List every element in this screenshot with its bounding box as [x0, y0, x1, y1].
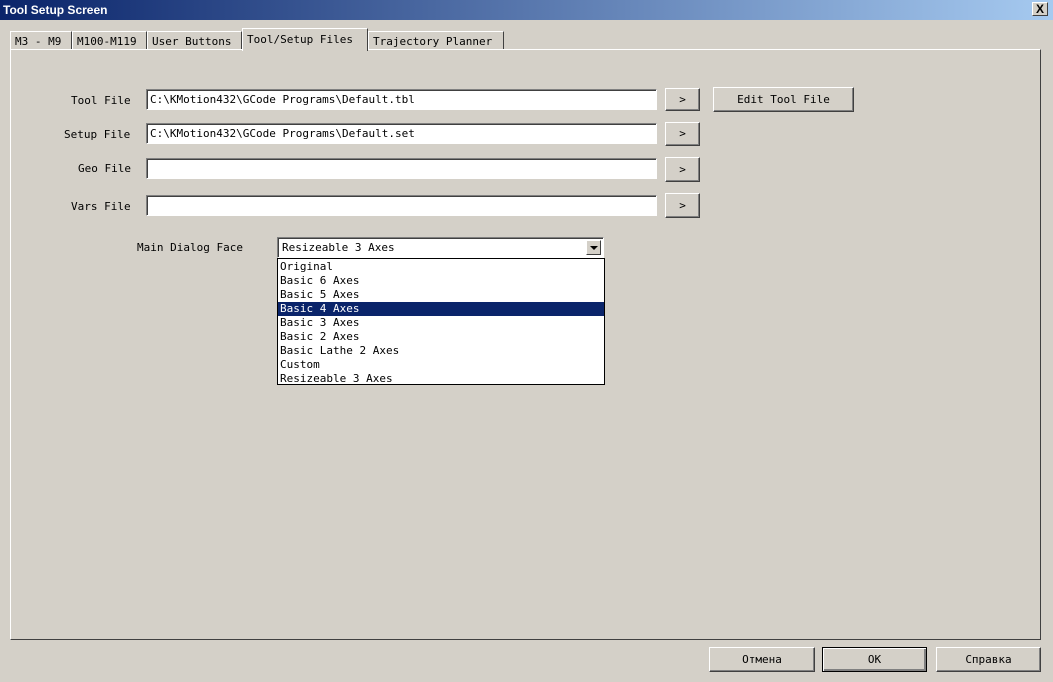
cancel-button[interactable]: Отмена — [709, 647, 815, 672]
vars-file-browse-button[interactable]: > — [665, 193, 700, 218]
dropdown-option[interactable]: Basic 6 Axes — [278, 274, 604, 288]
tab-m100-m119[interactable]: M100-M119 — [72, 31, 147, 49]
dropdown-option[interactable]: Original — [278, 260, 604, 274]
tab-m3-m9[interactable]: M3 - M9 — [10, 31, 72, 49]
window-title: Tool Setup Screen — [3, 3, 108, 17]
main-dialog-face-select[interactable]: Resizeable 3 Axes — [277, 237, 604, 258]
dropdown-option[interactable]: Resizeable 3 Axes — [278, 372, 604, 386]
setup-file-label: Setup File — [64, 128, 131, 141]
geo-file-browse-button[interactable]: > — [665, 157, 700, 182]
vars-file-input[interactable] — [146, 195, 657, 216]
edit-tool-file-button[interactable]: Edit Tool File — [713, 87, 854, 112]
dropdown-option[interactable]: Basic 3 Axes — [278, 316, 604, 330]
main-dialog-face-label: Main Dialog Face — [137, 241, 243, 254]
tab-tool-setup-files[interactable]: Tool/Setup Files — [242, 28, 368, 51]
title-bar: Tool Setup Screen X — [0, 0, 1053, 20]
setup-file-input[interactable]: C:\KMotion432\GCode Programs\Default.set — [146, 123, 657, 144]
dropdown-option[interactable]: Basic 2 Axes — [278, 330, 604, 344]
geo-file-label: Geo File — [78, 162, 131, 175]
geo-file-input[interactable] — [146, 158, 657, 179]
tool-file-browse-button[interactable]: > — [665, 88, 700, 111]
dropdown-option[interactable]: Basic Lathe 2 Axes — [278, 344, 604, 358]
tool-file-label: Tool File — [71, 94, 131, 107]
tool-file-input[interactable]: C:\KMotion432\GCode Programs\Default.tbl — [146, 89, 657, 110]
tab-trajectory-planner[interactable]: Trajectory Planner — [368, 31, 504, 49]
tab-user-buttons[interactable]: User Buttons — [147, 31, 242, 49]
help-button[interactable]: Справка — [936, 647, 1041, 672]
dropdown-option[interactable]: Basic 5 Axes — [278, 288, 604, 302]
vars-file-label: Vars File — [71, 200, 131, 213]
close-button[interactable]: X — [1032, 2, 1048, 16]
setup-file-browse-button[interactable]: > — [665, 122, 700, 146]
main-dialog-face-value: Resizeable 3 Axes — [282, 241, 395, 254]
dropdown-option[interactable]: Custom — [278, 358, 604, 372]
ok-button[interactable]: OK — [822, 647, 927, 672]
main-dialog-face-dropdown-list: Original Basic 6 Axes Basic 5 Axes Basic… — [277, 258, 605, 385]
dropdown-option-highlighted[interactable]: Basic 4 Axes — [278, 302, 604, 316]
chevron-down-icon[interactable] — [586, 240, 601, 255]
